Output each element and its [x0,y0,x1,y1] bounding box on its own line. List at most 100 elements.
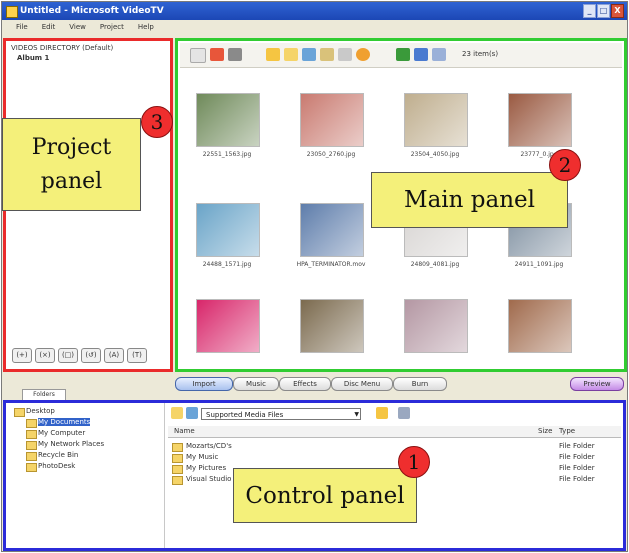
preview-button[interactable]: Preview [570,377,624,391]
close-button[interactable]: X [611,4,624,18]
folder-icon [26,441,37,450]
project-panel-number-badge: 3 [141,106,173,138]
item-count: 23 item(s) [462,50,499,58]
edit-icon[interactable] [338,48,352,61]
folder-icon [26,463,37,472]
file-name: Mozarts/CD's [186,442,232,450]
folder-icon [172,476,183,485]
folder-up-icon[interactable] [376,407,388,419]
file-list-row[interactable]: My Music File Folder [168,452,621,463]
file-type: File Folder [559,442,595,450]
folder-icon [172,465,183,474]
folder-icon [14,408,25,417]
file-list-header: Name Size Type [168,426,621,438]
menu-help[interactable]: Help [138,20,154,35]
file-list-row[interactable]: Mozarts/CD's File Folder [168,441,621,452]
settings-icon[interactable] [356,48,370,61]
add-button[interactable]: (+) [12,348,32,363]
menu-file[interactable]: File [16,20,28,35]
copy-icon[interactable] [302,48,316,61]
menu-project[interactable]: Project [100,20,124,35]
folder-tree-item[interactable]: Recycle Bin [24,450,160,461]
title-button[interactable]: (T) [127,348,147,363]
media-thumbnail[interactable] [508,299,572,353]
folder-icon[interactable] [171,407,183,419]
media-thumbnail[interactable] [196,93,260,147]
control-panel-callout: Control panel [233,468,417,523]
large-icons-view-icon[interactable] [396,48,410,61]
music-button[interactable]: Music [233,377,279,391]
main-panel-number-badge: 2 [549,149,581,181]
media-thumbnail[interactable] [196,299,260,353]
remove-button[interactable]: (×) [35,348,55,363]
folder-icon [26,430,37,439]
project-toolbar: (+) (×) (□) (↺) (A) (T) [12,348,147,363]
folder-tree-item[interactable]: My Computer [24,428,160,439]
folder-icon [172,443,183,452]
file-type-filter[interactable]: Supported Media Files ▼ [201,408,361,420]
project-panel-callout: Project panel [2,118,141,211]
thumbnail-caption: 23504_4050.jpg [410,151,460,158]
media-thumbnail[interactable] [508,93,572,147]
file-type: File Folder [559,464,595,472]
rotate-button[interactable]: (↺) [81,348,101,363]
project-tree-root[interactable]: VIDEOS DIRECTORY (Default) [11,43,113,53]
folders-tab[interactable]: Folders [22,389,66,400]
folder-up-icon[interactable] [284,48,298,61]
thumbnail-caption: 24488_1571.jpg [202,261,252,268]
dropdown-icon[interactable] [190,48,206,63]
folder-tree-item[interactable]: My Documents [24,417,160,428]
file-name: My Music [186,453,219,461]
project-tree: VIDEOS DIRECTORY (Default) Album 1 [11,43,113,63]
project-panel-callout-label: Project panel [31,134,112,194]
effects-button[interactable]: Effects [279,377,331,391]
maximize-button[interactable]: □ [597,4,610,18]
media-thumbnail[interactable] [300,93,364,147]
minimize-button[interactable]: _ [583,4,596,18]
paste-icon[interactable] [320,48,334,61]
folder-tree-label: My Computer [38,429,86,437]
folder-icon [26,452,37,461]
list-view-icon[interactable] [414,48,428,61]
chevron-down-icon: ▼ [354,411,359,418]
column-size[interactable]: Size [538,426,552,437]
refresh-icon[interactable] [210,48,224,61]
media-thumbnail[interactable] [300,203,364,257]
main-toolbar: 23 item(s) [180,43,622,68]
main-panel-callout: Main panel [371,172,568,228]
folder-tree-label: My Documents [38,418,91,426]
project-album-item[interactable]: Album 1 [11,53,113,63]
file-name: Visual Studio [186,475,232,483]
folder-icon [26,419,37,428]
media-thumbnail[interactable] [404,299,468,353]
media-thumbnail[interactable] [196,203,260,257]
menu-view[interactable]: View [69,20,86,35]
menu-edit[interactable]: Edit [42,20,56,35]
details-view-icon[interactable] [432,48,446,61]
file-type-filter-value: Supported Media Files [206,411,284,419]
import-button[interactable]: Import [175,377,233,391]
thumbnail-caption: HPA_TERMINATOR.mov [296,261,366,268]
disc-menu-button[interactable]: Disc Menu [331,377,393,391]
column-type[interactable]: Type [559,426,575,437]
folder-tree-label: Desktop [26,407,55,415]
new-album-button[interactable]: (□) [58,348,78,363]
refresh-icon[interactable] [398,407,410,419]
search-icon[interactable] [186,407,198,419]
burn-button[interactable]: Burn [393,377,447,391]
folder-tree-item[interactable]: Desktop [12,406,160,417]
folder-tree-item[interactable]: My Network Places [24,439,160,450]
thumbnail-caption: 24809_4081.jpg [410,261,460,268]
rename-button[interactable]: (A) [104,348,124,363]
folder-tree: Desktop My Documents My Computer My Network… [12,406,160,472]
panel-divider[interactable] [164,403,165,548]
column-name[interactable]: Name [174,426,195,437]
thumbnail-caption: 24911_1091.jpg [514,261,564,268]
media-thumbnail[interactable] [300,299,364,353]
folder-tree-item[interactable]: PhotoDesk [24,461,160,472]
thumbnail-caption: 22551_1563.jpg [202,151,252,158]
delete-icon[interactable] [228,48,242,61]
folder-icon[interactable] [266,48,280,61]
media-thumbnail[interactable] [404,93,468,147]
window-controls: _ □ X [583,4,624,18]
